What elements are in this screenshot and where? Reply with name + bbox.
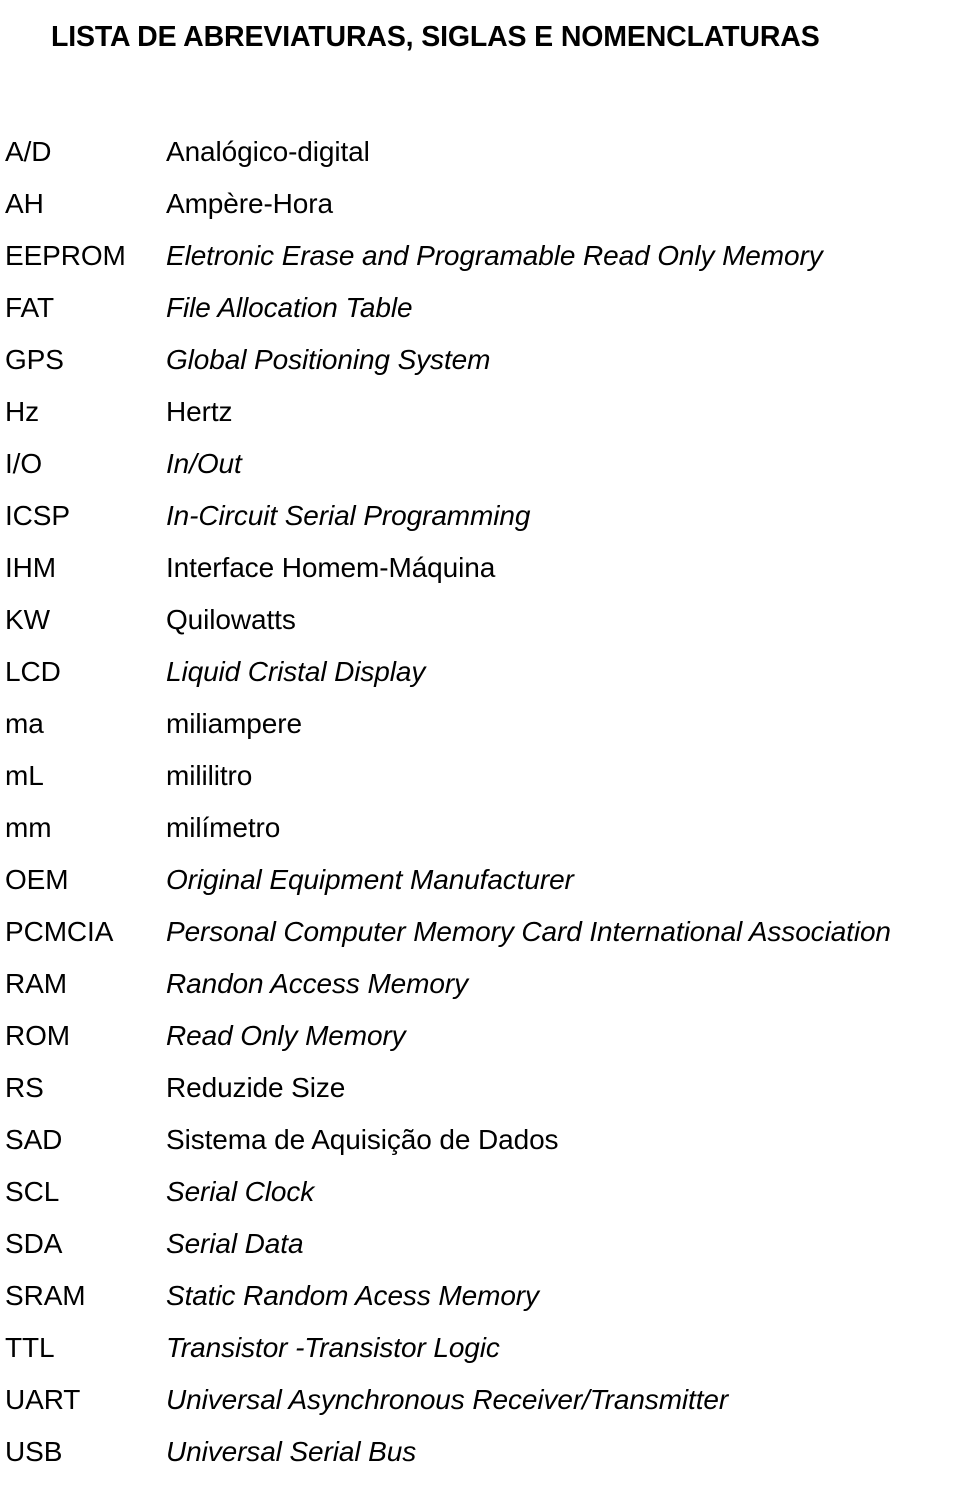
abbreviation-term: AH — [5, 188, 44, 219]
page-title: LISTA DE ABREVIATURAS, SIGLAS E NOMENCLA… — [51, 21, 820, 54]
abbreviation-term: UART — [5, 1384, 81, 1415]
abbreviation-row: SDA Serial Data — [0, 1228, 960, 1280]
abbreviation-definition: Ampère-Hora — [166, 188, 333, 219]
abbreviation-term: ICSP — [5, 500, 70, 531]
abbreviation-term: I/O — [5, 448, 43, 479]
abbreviation-definition: Reduzide Size — [166, 1072, 346, 1103]
abbreviation-definition: Static Random Acess Memory — [166, 1280, 539, 1311]
abbreviation-row: I/O In/Out — [0, 448, 960, 500]
abbreviation-row: FAT File Allocation Table — [0, 292, 960, 344]
abbreviation-term: SRAM — [5, 1280, 86, 1311]
abbreviation-row: AH Ampère-Hora — [0, 188, 960, 240]
abbreviation-definition: Read Only Memory — [166, 1020, 406, 1051]
abbreviation-term: OEM — [5, 864, 69, 895]
abbreviation-term: mm — [5, 812, 52, 843]
abbreviation-definition: Eletronic Erase and Programable Read Onl… — [166, 240, 823, 271]
abbreviation-term: FAT — [5, 292, 54, 323]
abbreviation-row: ma miliampere — [0, 708, 960, 760]
abbreviation-term: TTL — [5, 1332, 55, 1363]
abbreviation-row: PCMCIA Personal Computer Memory Card Inte… — [0, 916, 960, 968]
abbreviation-row: ROM Read Only Memory — [0, 1020, 960, 1072]
abbreviation-term: SAD — [5, 1124, 63, 1155]
abbreviation-definition: Personal Computer Memory Card Internatio… — [166, 916, 891, 947]
abbreviation-row: Hz Hertz — [0, 396, 960, 448]
abbreviation-row: ICSP In-Circuit Serial Programming — [0, 500, 960, 552]
abbreviation-term: SCL — [5, 1176, 60, 1207]
abbreviation-term: LCD — [5, 656, 61, 687]
abbreviation-definition: mililitro — [166, 760, 253, 791]
abbreviation-term: ROM — [5, 1020, 71, 1051]
abbreviation-row: RAM Randon Access Memory — [0, 968, 960, 1020]
abbreviation-row: SAD Sistema de Aquisição de Dados — [0, 1124, 960, 1176]
abbreviation-row: RS Reduzide Size — [0, 1072, 960, 1124]
abbreviation-row: USB Universal Serial Bus — [0, 1436, 960, 1488]
abbreviation-definition: In-Circuit Serial Programming — [166, 500, 531, 531]
abbreviation-definition: Serial Data — [166, 1228, 304, 1259]
abbreviation-definition: Randon Access Memory — [166, 968, 468, 999]
abbreviation-row: SCL Serial Clock — [0, 1176, 960, 1228]
abbreviation-definition: Universal Serial Bus — [166, 1436, 417, 1467]
abbreviation-definition: Transistor -Transistor Logic — [166, 1332, 500, 1363]
abbreviation-term: SDA — [5, 1228, 63, 1259]
abbreviation-definition: Quilowatts — [166, 604, 296, 635]
abbreviation-row: EEPROM Eletronic Erase and Programable Re… — [0, 240, 960, 292]
abbreviation-term: USB — [5, 1436, 63, 1467]
abbreviation-term: Hz — [5, 396, 40, 427]
abbreviation-definition: Serial Clock — [166, 1176, 315, 1207]
abbreviation-term: KW — [5, 604, 50, 635]
abbreviation-term: ma — [5, 708, 44, 739]
abbreviation-row: TTL Transistor -Transistor Logic — [0, 1332, 960, 1384]
abbreviation-term: IHM — [5, 552, 57, 583]
abbreviation-row: GPS Global Positioning System — [0, 344, 960, 396]
abbreviation-term: GPS — [5, 344, 64, 375]
abbreviation-row: A/D Analógico-digital — [0, 136, 960, 188]
abbreviation-term: mL — [5, 760, 44, 791]
abbreviation-row: mL mililitro — [0, 760, 960, 812]
abbreviation-term: A/D — [5, 136, 52, 167]
abbreviation-row: KW Quilowatts — [0, 604, 960, 656]
abbreviation-definition: Analógico-digital — [166, 136, 370, 167]
abbreviation-list: A/D Analógico-digital AH Ampère-Hora EEPROM E… — [0, 136, 960, 1488]
abbreviation-definition: Hertz — [166, 396, 233, 427]
abbreviation-definition: Global Positioning System — [166, 344, 491, 375]
abbreviation-definition: milímetro — [166, 812, 281, 843]
abbreviation-row: OEM Original Equipment Manufacturer — [0, 864, 960, 916]
abbreviation-definition: Liquid Cristal Display — [166, 656, 426, 687]
abbreviation-term: EEPROM — [5, 240, 126, 271]
abbreviation-row: SRAM Static Random Acess Memory — [0, 1280, 960, 1332]
abbreviation-definition: Original Equipment Manufacturer — [166, 864, 574, 895]
abbreviation-row: UART Universal Asynchronous Receiver/Tran… — [0, 1384, 960, 1436]
abbreviation-definition: Sistema de Aquisição de Dados — [166, 1124, 559, 1155]
abbreviation-definition: In/Out — [166, 448, 242, 479]
abbreviation-term: RS — [5, 1072, 44, 1103]
abbreviation-definition: Universal Asynchronous Receiver/Transmit… — [166, 1384, 729, 1415]
abbreviation-definition: Interface Homem-Máquina — [166, 552, 496, 583]
abbreviation-row: IHM Interface Homem-Máquina — [0, 552, 960, 604]
document-page: LISTA DE ABREVIATURAS, SIGLAS E NOMENCLA… — [0, 0, 960, 1481]
abbreviation-term: RAM — [5, 968, 67, 999]
abbreviation-row: LCD Liquid Cristal Display — [0, 656, 960, 708]
abbreviation-definition: File Allocation Table — [166, 292, 413, 323]
abbreviation-term: PCMCIA — [5, 916, 114, 947]
abbreviation-definition: miliampere — [166, 708, 302, 739]
abbreviation-row: mm milímetro — [0, 812, 960, 864]
